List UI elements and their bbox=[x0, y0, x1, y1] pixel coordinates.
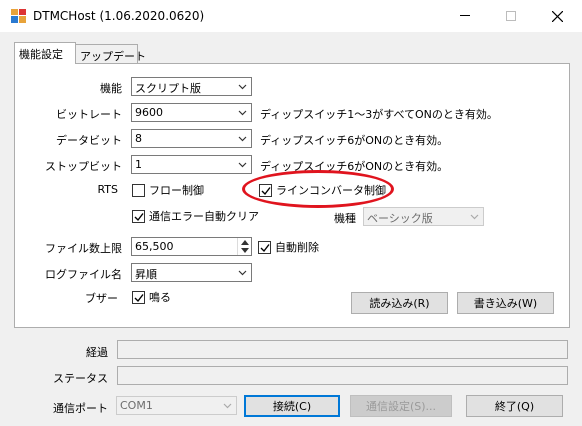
checkbox-box bbox=[132, 183, 145, 197]
minimize-button[interactable] bbox=[442, 0, 488, 32]
model-label: 機種 bbox=[334, 212, 356, 225]
log-filename-label: ログファイル名 bbox=[45, 268, 122, 281]
load-button[interactable]: 読み込み(R) bbox=[351, 292, 448, 314]
comm-error-autoclear-label: 通信エラー自動クリア bbox=[149, 210, 259, 223]
bitrate-combo[interactable]: 9600 bbox=[131, 103, 252, 122]
status-field bbox=[117, 366, 568, 385]
chevron-down-icon bbox=[470, 214, 479, 220]
comm-error-autoclear-checkbox[interactable]: 通信エラー自動クリア bbox=[132, 208, 259, 224]
buzzer-checkbox[interactable]: 鳴る bbox=[132, 289, 171, 305]
port-value: COM1 bbox=[120, 399, 153, 412]
stopbit-value: 1 bbox=[135, 158, 142, 171]
port-combo[interactable]: COM1 bbox=[116, 396, 237, 415]
buzzer-checkbox-label: 鳴る bbox=[149, 291, 171, 304]
rts-label: RTS bbox=[97, 183, 118, 196]
check-icon bbox=[134, 293, 144, 302]
chevron-down-icon bbox=[238, 136, 247, 142]
exit-button[interactable]: 終了(Q) bbox=[466, 395, 563, 417]
chevron-down-icon bbox=[238, 110, 247, 116]
comm-settings-button-label: 通信設定(S)... bbox=[365, 400, 437, 413]
elapsed-label: 経過 bbox=[86, 346, 108, 359]
auto-delete-label: 自動削除 bbox=[275, 241, 319, 254]
write-button[interactable]: 書き込み(W) bbox=[457, 292, 554, 314]
checkbox-box bbox=[132, 290, 145, 304]
checkbox-box bbox=[132, 209, 145, 223]
function-combo[interactable]: スクリプト版 bbox=[131, 77, 252, 96]
tab-label: 機能設定 bbox=[19, 48, 63, 61]
stopbit-label: ストップビット bbox=[45, 160, 122, 173]
max-files-spinner[interactable]: 65,500 bbox=[131, 237, 252, 256]
model-value: ベーシック版 bbox=[367, 212, 433, 225]
elapsed-field bbox=[117, 340, 568, 359]
log-filename-combo[interactable]: 昇順 bbox=[131, 263, 252, 282]
chevron-down-icon bbox=[223, 403, 232, 409]
minimize-icon bbox=[460, 15, 470, 16]
log-filename-value: 昇順 bbox=[135, 268, 157, 281]
spin-down-icon[interactable] bbox=[241, 248, 249, 253]
function-label: 機能 bbox=[100, 82, 122, 95]
stopbit-note: ディップスイッチ6がONのとき有効。 bbox=[260, 160, 449, 173]
checkbox-box bbox=[258, 240, 271, 254]
bitrate-value: 9600 bbox=[135, 106, 163, 119]
databit-combo[interactable]: 8 bbox=[131, 129, 252, 148]
title-bar: DTMCHost (1.06.2020.0620) bbox=[0, 0, 582, 32]
close-icon bbox=[551, 10, 563, 22]
buzzer-label: ブザー bbox=[85, 292, 118, 305]
bitrate-note: ディップスイッチ1～3がすべてONのとき有効。 bbox=[260, 108, 498, 121]
spin-up-icon[interactable] bbox=[241, 240, 249, 245]
close-button[interactable] bbox=[534, 0, 580, 32]
load-button-label: 読み込み(R) bbox=[369, 297, 430, 310]
window-title: DTMCHost (1.06.2020.0620) bbox=[33, 9, 205, 23]
line-converter-checkbox[interactable]: ラインコンバータ制御 bbox=[259, 182, 386, 198]
flow-control-label: フロー制御 bbox=[149, 184, 204, 197]
chevron-down-icon bbox=[238, 270, 247, 276]
app-icon bbox=[11, 9, 26, 23]
comm-settings-button[interactable]: 通信設定(S)... bbox=[350, 395, 452, 417]
chevron-down-icon bbox=[238, 84, 247, 90]
stopbit-combo[interactable]: 1 bbox=[131, 155, 252, 174]
exit-button-label: 終了(Q) bbox=[494, 400, 535, 413]
line-converter-label: ラインコンバータ制御 bbox=[276, 184, 386, 197]
check-icon bbox=[134, 212, 144, 221]
auto-delete-checkbox[interactable]: 自動削除 bbox=[258, 239, 319, 255]
status-label: ステータス bbox=[53, 372, 108, 385]
databit-note: ディップスイッチ6がONのとき有効。 bbox=[260, 134, 449, 147]
write-button-label: 書き込み(W) bbox=[473, 297, 538, 310]
flow-control-checkbox[interactable]: フロー制御 bbox=[132, 182, 204, 198]
databit-label: データビット bbox=[56, 134, 122, 147]
checkbox-box bbox=[259, 183, 272, 197]
check-icon bbox=[261, 186, 271, 195]
bitrate-label: ビットレート bbox=[56, 108, 122, 121]
connect-button[interactable]: 接続(C) bbox=[244, 395, 340, 417]
max-files-value: 65,500 bbox=[135, 240, 174, 253]
maximize-button[interactable] bbox=[488, 0, 534, 32]
max-files-label: ファイル数上限 bbox=[45, 242, 122, 255]
check-icon bbox=[260, 243, 270, 252]
port-label: 通信ポート bbox=[53, 402, 108, 415]
tab-label: アップデート bbox=[80, 50, 146, 63]
tab-function-settings[interactable]: 機能設定 bbox=[14, 42, 76, 64]
model-combo[interactable]: ベーシック版 bbox=[363, 207, 484, 226]
chevron-down-icon bbox=[238, 162, 247, 168]
maximize-icon bbox=[506, 11, 516, 21]
tab-update[interactable]: アップデート bbox=[75, 44, 146, 64]
connect-button-label: 接続(C) bbox=[272, 400, 312, 413]
spinner-buttons[interactable] bbox=[237, 238, 251, 255]
databit-value: 8 bbox=[135, 132, 142, 145]
function-value: スクリプト版 bbox=[135, 82, 201, 95]
